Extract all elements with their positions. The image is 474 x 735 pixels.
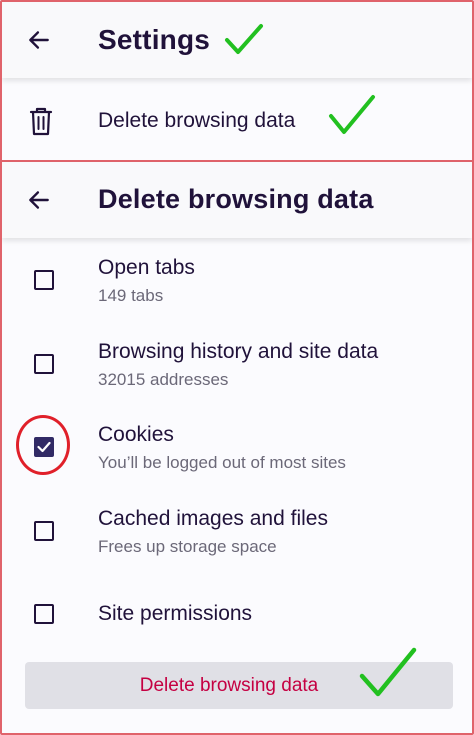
delete-data-title: Delete browsing data bbox=[98, 184, 374, 214]
option-subtitle: You’ll be logged out of most sites bbox=[98, 453, 346, 472]
green-check-annotation-icon bbox=[329, 95, 375, 134]
option-title: Site permissions bbox=[98, 602, 253, 625]
delete-data-app-bar: Delete browsing data bbox=[2, 162, 472, 238]
arrow-left-icon bbox=[29, 31, 49, 49]
settings-panel: Settings Delete browsing data bbox=[2, 2, 472, 162]
option-site-permissions[interactable]: Site permissions bbox=[2, 584, 472, 644]
delete-data-back-button[interactable] bbox=[24, 185, 54, 215]
settings-delete-browsing-data-label: Delete browsing data bbox=[98, 109, 296, 132]
option-title: Browsing history and site data bbox=[98, 340, 379, 363]
trash-icon bbox=[29, 107, 53, 136]
delete-button-label: Delete browsing data bbox=[139, 674, 319, 696]
option-title: Cookies bbox=[98, 423, 174, 446]
arrow-left-icon bbox=[29, 191, 49, 209]
settings-delete-browsing-data-row[interactable]: Delete browsing data bbox=[2, 82, 472, 160]
option-subtitle: 32015 addresses bbox=[98, 370, 229, 389]
settings-app-bar: Settings bbox=[2, 2, 472, 78]
open-tabs-checkbox[interactable] bbox=[34, 270, 54, 290]
option-cached-images[interactable]: Cached images and files Frees up storage… bbox=[2, 501, 472, 581]
option-subtitle: Frees up storage space bbox=[98, 537, 277, 556]
screenshot-frame: Settings Delete browsing data Delete bro… bbox=[0, 0, 474, 735]
site-permissions-checkbox[interactable] bbox=[34, 604, 54, 624]
cached-images-checkbox[interactable] bbox=[34, 521, 54, 541]
green-check-annotation-icon bbox=[225, 24, 263, 54]
settings-back-button[interactable] bbox=[24, 25, 54, 55]
checkmark-icon bbox=[37, 441, 51, 453]
delete-browsing-data-button[interactable]: Delete browsing data bbox=[25, 662, 453, 709]
option-cookies[interactable]: Cookies You’ll be logged out of most sit… bbox=[2, 417, 472, 497]
option-subtitle: 149 tabs bbox=[98, 286, 164, 305]
cookies-checkbox[interactable] bbox=[34, 437, 54, 457]
option-title: Open tabs bbox=[98, 256, 195, 279]
settings-title: Settings bbox=[98, 24, 211, 55]
browsing-history-checkbox[interactable] bbox=[34, 354, 54, 374]
option-title: Cached images and files bbox=[98, 507, 328, 530]
option-browsing-history[interactable]: Browsing history and site data 32015 add… bbox=[2, 334, 472, 414]
option-open-tabs[interactable]: Open tabs 149 tabs bbox=[2, 250, 472, 330]
